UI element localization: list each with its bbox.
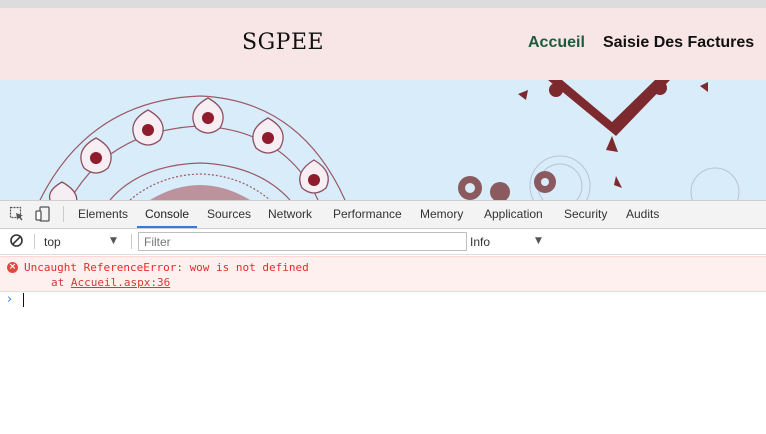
tab-network[interactable]: Network <box>268 201 312 228</box>
toolbar-divider <box>34 234 35 249</box>
tab-divider <box>63 206 64 222</box>
prompt-chevron-icon: › <box>7 292 13 307</box>
stack-at-label: at <box>51 276 65 289</box>
tab-memory[interactable]: Memory <box>420 201 463 228</box>
console-filter-input[interactable] <box>138 232 467 251</box>
nav-saisie-des-factures[interactable]: Saisie Des Factures <box>603 34 754 52</box>
text-cursor <box>23 293 24 307</box>
log-level-selector[interactable]: Info <box>470 235 490 249</box>
toolbar-divider <box>131 234 132 249</box>
console-error-message: × Uncaught ReferenceError: wow is not de… <box>0 256 766 292</box>
devtools-panel: Elements Console Sources Network Perform… <box>0 200 766 434</box>
tab-performance[interactable]: Performance <box>333 201 402 228</box>
site-brand[interactable]: SGPEE <box>242 30 324 55</box>
console-prompt[interactable]: › <box>0 291 766 311</box>
hero-banner <box>0 80 766 200</box>
tab-sources[interactable]: Sources <box>207 201 251 228</box>
error-stack-line: at Accueil.aspx:36 <box>51 276 170 289</box>
context-dropdown-icon[interactable]: ▼ <box>110 236 117 246</box>
inspect-element-icon[interactable] <box>9 206 25 222</box>
tab-audits[interactable]: Audits <box>626 201 659 228</box>
error-text: Uncaught ReferenceError: wow is not defi… <box>24 261 309 274</box>
log-level-dropdown-icon[interactable]: ▼ <box>535 236 542 246</box>
devtools-tab-bar: Elements Console Sources Network Perform… <box>0 201 766 229</box>
nav-accueil[interactable]: Accueil <box>528 34 585 52</box>
console-toolbar: top ▼ Info ▼ <box>0 229 766 255</box>
clear-console-icon[interactable] <box>9 233 25 249</box>
error-icon: × <box>7 262 18 273</box>
device-toolbar-icon[interactable] <box>35 206 51 222</box>
mandala-illustration <box>39 80 740 200</box>
context-selector[interactable]: top <box>44 235 61 249</box>
tab-security[interactable]: Security <box>564 201 607 228</box>
site-header: SGPEE Accueil Saisie Des Factures <box>0 8 766 80</box>
tab-application[interactable]: Application <box>484 201 543 228</box>
tab-console[interactable]: Console <box>137 201 198 228</box>
browser-top-strip <box>0 0 766 8</box>
error-source-link[interactable]: Accueil.aspx:36 <box>71 276 170 289</box>
tab-elements[interactable]: Elements <box>78 201 128 228</box>
